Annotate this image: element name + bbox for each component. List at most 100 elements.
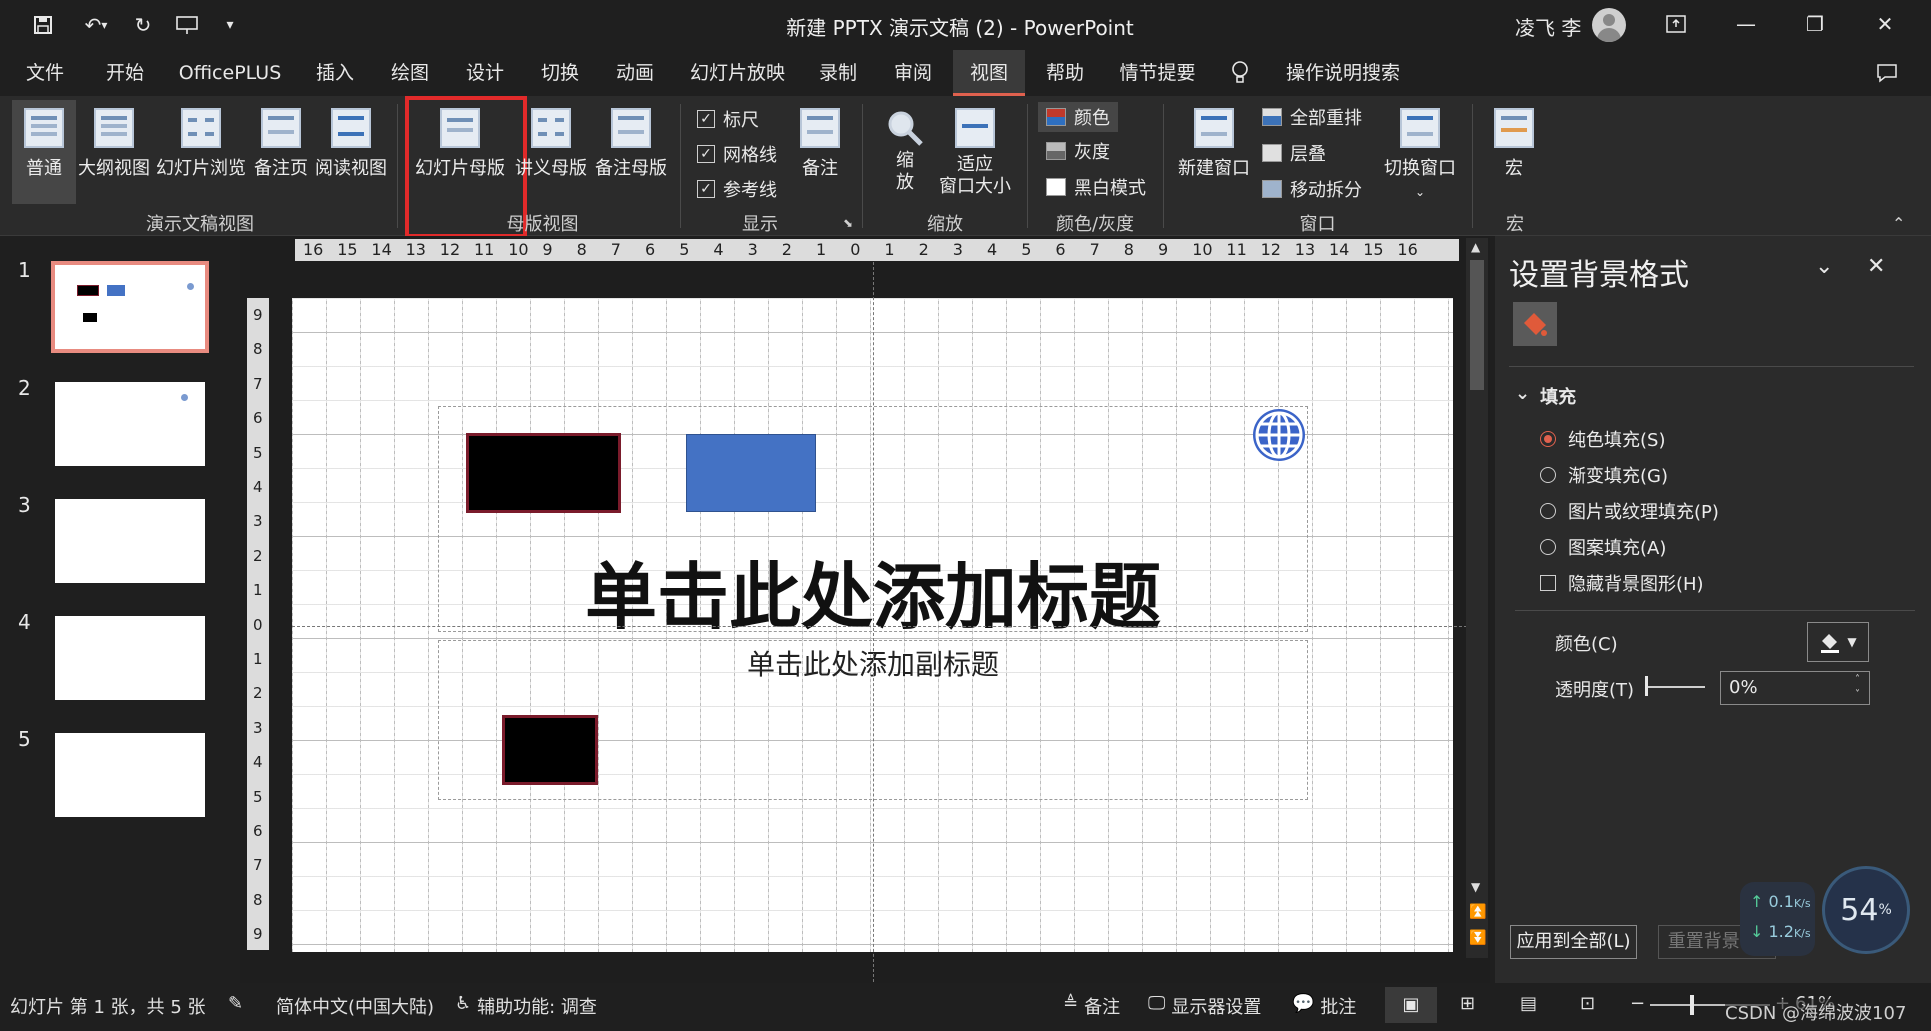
notes-page-button[interactable]: 备注页 bbox=[252, 100, 310, 204]
avatar[interactable] bbox=[1592, 8, 1626, 42]
next-slide-icon[interactable]: ⏬ bbox=[1469, 930, 1486, 946]
ruler-checkbox[interactable]: ✓ 标尺 bbox=[697, 106, 759, 132]
pane-options-icon[interactable]: ⌄ bbox=[1815, 254, 1833, 279]
slider-thumb[interactable] bbox=[1645, 676, 1648, 696]
move-split-icon bbox=[1262, 180, 1282, 198]
undo-icon[interactable]: ↶ ▾ bbox=[72, 10, 120, 40]
zoom-out-icon[interactable]: − bbox=[1630, 993, 1645, 1014]
tab-view[interactable]: 视图 bbox=[953, 50, 1025, 96]
ruler-tick: 1 bbox=[884, 240, 895, 259]
notes-master-button[interactable]: 备注母版 bbox=[592, 100, 670, 204]
picture-fill-option[interactable]: 图片或纹理填充(P) bbox=[1540, 498, 1719, 524]
redo-icon[interactable]: ↻ bbox=[128, 10, 158, 40]
globe-icon[interactable] bbox=[1250, 406, 1308, 468]
notes-button[interactable]: 备注 bbox=[795, 100, 845, 204]
search-box[interactable]: 操作说明搜索 bbox=[1268, 50, 1418, 96]
new-window-button[interactable]: 新建窗口 bbox=[1172, 100, 1256, 204]
pattern-fill-option[interactable]: 图案填充(A) bbox=[1540, 534, 1666, 560]
accessibility-status[interactable]: ♿ 辅助功能: 调查 bbox=[455, 993, 597, 1019]
tab-help[interactable]: 帮助 bbox=[1030, 50, 1100, 96]
tab-design[interactable]: 设计 bbox=[450, 50, 520, 96]
slide-thumbnail-2[interactable] bbox=[55, 382, 205, 466]
comments-icon[interactable] bbox=[1870, 50, 1904, 96]
dialog-launcher-icon[interactable]: ⬊ bbox=[843, 216, 853, 230]
normal-view-icon[interactable]: ▣ bbox=[1385, 987, 1437, 1023]
tab-file[interactable]: 文件 bbox=[10, 50, 80, 96]
transparency-slider[interactable] bbox=[1647, 686, 1705, 688]
zoom-slider-thumb[interactable] bbox=[1690, 995, 1694, 1015]
spinner-icon[interactable]: ˄ ˅ bbox=[1855, 672, 1860, 702]
slide-counter: 幻灯片 第 1 张，共 5 张 bbox=[10, 997, 206, 1018]
vertical-guide[interactable] bbox=[873, 262, 874, 982]
slideshow-icon[interactable]: ⊡ bbox=[1580, 993, 1595, 1014]
blue-rectangle-shape[interactable] bbox=[686, 434, 816, 512]
guides-checkbox[interactable]: ✓ 参考线 bbox=[697, 176, 777, 202]
ruler-tick: 15 bbox=[337, 240, 358, 259]
slide-thumbnail-3[interactable] bbox=[55, 499, 205, 583]
display-settings[interactable]: 🖵 显示器设置 bbox=[1148, 993, 1261, 1019]
presentation-start-icon[interactable] bbox=[172, 10, 202, 40]
tab-insert[interactable]: 插入 bbox=[300, 50, 370, 96]
handout-master-icon bbox=[531, 108, 571, 148]
switch-window-button[interactable]: 切换窗口 ⌄ bbox=[1378, 100, 1462, 204]
scroll-up-icon[interactable]: ▲ bbox=[1471, 240, 1480, 254]
grayscale-button[interactable]: 灰度 bbox=[1046, 138, 1110, 164]
solid-fill-option[interactable]: 纯色填充(S) bbox=[1540, 426, 1665, 452]
minimize-icon[interactable]: — bbox=[1726, 6, 1766, 42]
language-indicator[interactable]: 简体中文(中国大陆) bbox=[276, 993, 434, 1019]
fill-tab-icon[interactable] bbox=[1513, 302, 1557, 346]
black-rectangle-shape[interactable] bbox=[502, 715, 598, 785]
maximize-icon[interactable]: ❐ bbox=[1795, 6, 1835, 42]
scroll-down-icon[interactable]: ▼ bbox=[1471, 880, 1480, 894]
cascade-button[interactable]: 层叠 bbox=[1262, 140, 1326, 166]
previous-slide-icon[interactable]: ⏫ bbox=[1469, 904, 1486, 920]
reading-view-button[interactable]: 阅读视图 bbox=[312, 100, 390, 204]
collapse-ribbon-icon[interactable]: ⌃ bbox=[1892, 214, 1905, 233]
transparency-input[interactable]: 0% bbox=[1720, 671, 1870, 705]
slide-sorter-button[interactable]: 幻灯片浏览 bbox=[153, 100, 249, 204]
gridlines-checkbox[interactable]: ✓ 网格线 bbox=[697, 141, 777, 167]
ribbon-display-options-icon[interactable] bbox=[1656, 6, 1696, 42]
horizontal-guide[interactable] bbox=[292, 626, 1472, 627]
handout-master-button[interactable]: 讲义母版 bbox=[512, 100, 590, 204]
black-white-button[interactable]: 黑白模式 bbox=[1046, 174, 1146, 200]
tab-transitions[interactable]: 切换 bbox=[525, 50, 595, 96]
tab-record[interactable]: 录制 bbox=[803, 50, 873, 96]
reading-view-icon[interactable]: ▤ bbox=[1520, 993, 1537, 1014]
macros-button[interactable]: 宏 bbox=[1485, 100, 1543, 204]
vertical-scrollbar[interactable]: ▲ ▼ ⏫ ⏬ bbox=[1466, 238, 1488, 958]
notes-edit-icon[interactable]: ✎ bbox=[228, 993, 243, 1014]
tab-slideshow[interactable]: 幻灯片放映 bbox=[680, 50, 795, 96]
notes-toggle[interactable]: ≜ 备注 bbox=[1063, 993, 1120, 1019]
tab-officeplus[interactable]: OfficePLUS bbox=[170, 50, 290, 96]
move-split-button[interactable]: 移动拆分 bbox=[1262, 176, 1362, 202]
comments-toggle[interactable]: 💬 批注 bbox=[1292, 993, 1356, 1019]
customize-toolbar-icon[interactable]: ▾ bbox=[220, 10, 240, 40]
black-rectangle-shape[interactable] bbox=[466, 433, 621, 513]
hide-background-checkbox[interactable]: 隐藏背景图形(H) bbox=[1540, 570, 1704, 596]
tab-home[interactable]: 开始 bbox=[90, 50, 160, 96]
slide-thumbnail-4[interactable] bbox=[55, 616, 205, 700]
arrange-all-button[interactable]: 全部重排 bbox=[1262, 104, 1362, 130]
tab-draw[interactable]: 绘图 bbox=[375, 50, 445, 96]
zoom-button[interactable]: 缩放 bbox=[878, 100, 932, 204]
tab-storyboard[interactable]: 情节提要 bbox=[1110, 50, 1205, 96]
gradient-fill-option[interactable]: 渐变填充(G) bbox=[1540, 462, 1668, 488]
slide-thumbnail-1[interactable] bbox=[51, 261, 209, 353]
slide-sorter-icon[interactable]: ⊞ bbox=[1460, 993, 1475, 1014]
outline-view-button[interactable]: 大纲视图 bbox=[78, 100, 150, 204]
normal-view-button[interactable]: 普通 bbox=[12, 100, 76, 204]
ruler-tick: 11 bbox=[1226, 240, 1247, 259]
fit-to-window-button[interactable]: 适应 窗口大小 bbox=[935, 100, 1015, 204]
apply-to-all-button[interactable]: 应用到全部(L) bbox=[1510, 925, 1637, 959]
color-picker-button[interactable]: ▼ bbox=[1807, 622, 1869, 662]
tab-review[interactable]: 审阅 bbox=[878, 50, 948, 96]
close-icon[interactable]: ✕ bbox=[1865, 6, 1905, 42]
tab-animations[interactable]: 动画 bbox=[600, 50, 670, 96]
pane-close-icon[interactable]: ✕ bbox=[1867, 254, 1885, 279]
save-icon[interactable] bbox=[28, 10, 58, 40]
scrollbar-thumb[interactable] bbox=[1470, 260, 1484, 390]
slide-thumbnail-5[interactable] bbox=[55, 733, 205, 817]
color-button[interactable]: 颜色 bbox=[1038, 102, 1118, 132]
fill-section-header[interactable]: ⌄ 填充 bbox=[1515, 383, 1576, 409]
